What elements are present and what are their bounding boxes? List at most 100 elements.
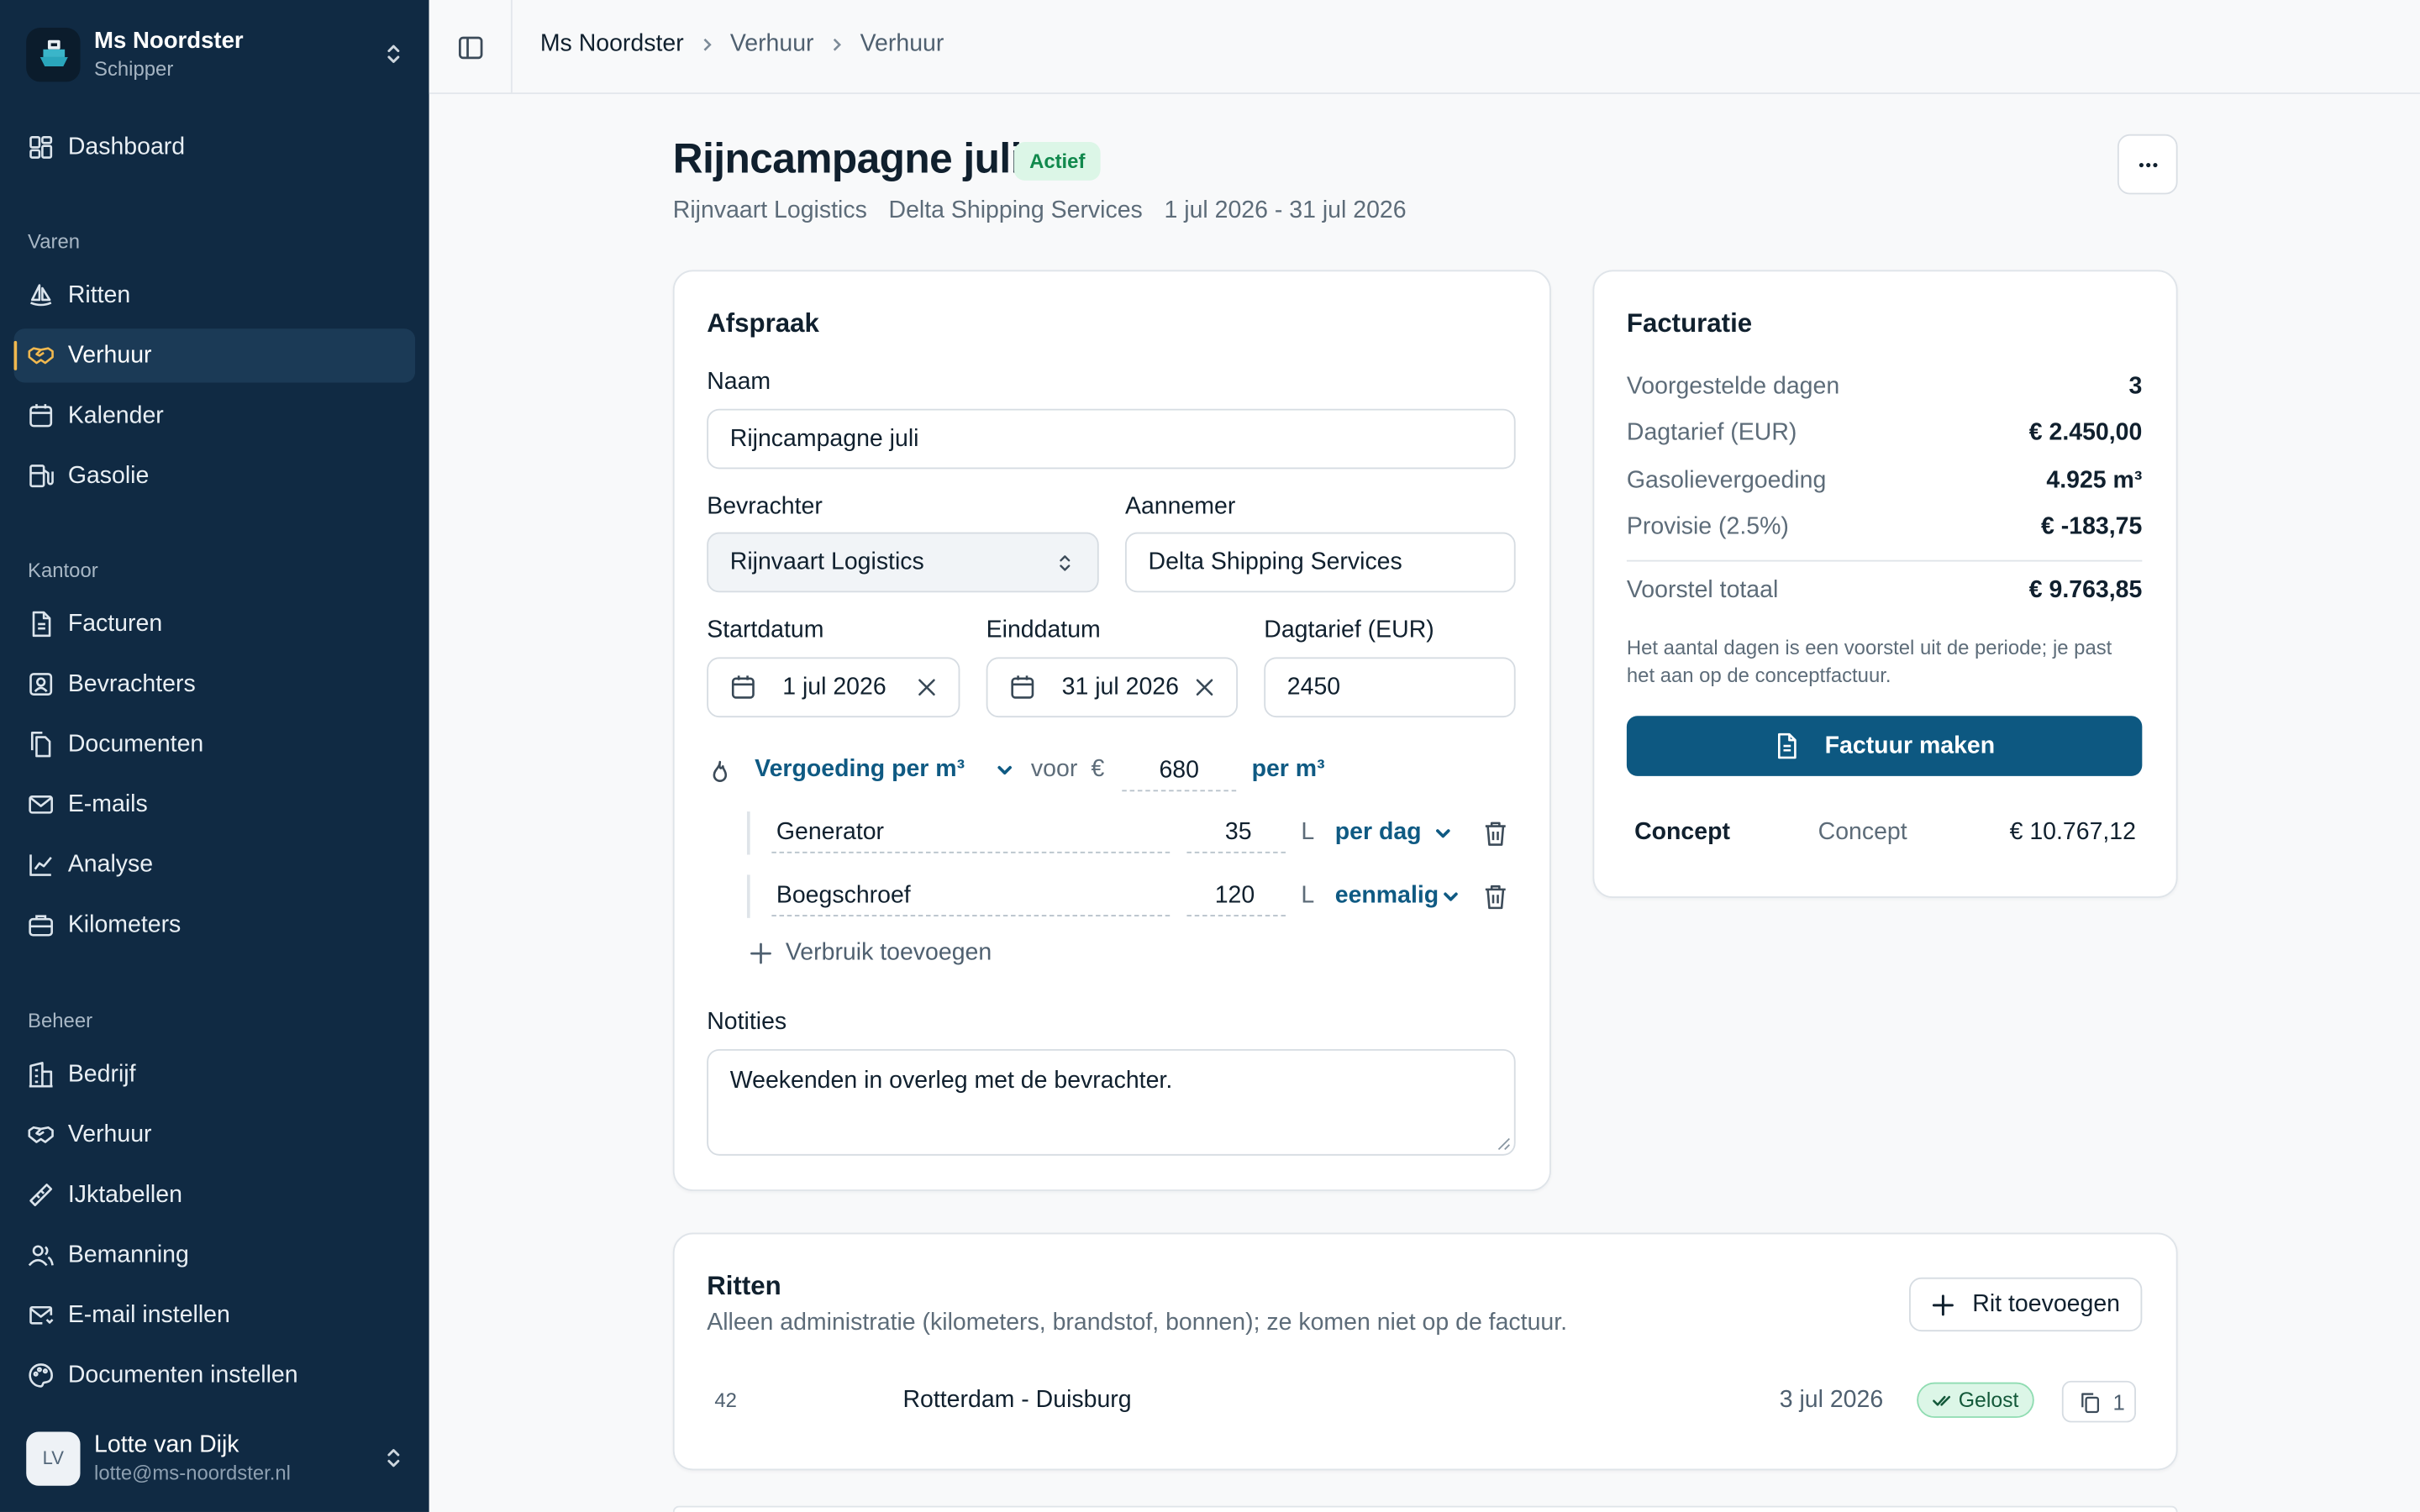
charterer-select[interactable]: Rijnvaart Logistics (707, 532, 1099, 593)
compensation-mode-dropdown[interactable]: Vergoeding per m³ (755, 756, 1014, 784)
add-trip-button[interactable]: Rit toevoegen (1908, 1277, 2143, 1332)
nav-label: Documenten (67, 730, 204, 757)
trip-documents-count: 1 (2112, 1389, 2125, 1415)
contact-icon (29, 673, 53, 696)
billing-row-label: Provisie (2.5%) (1626, 513, 1789, 540)
clear-start-date-icon[interactable] (917, 677, 937, 697)
notes-textarea[interactable]: Weekenden in overleg met de bevrachter. (707, 1048, 1516, 1156)
nav-bedrijf[interactable]: Bedrijf (14, 1047, 416, 1101)
billing-total-label: Voorstel totaal (1626, 576, 1779, 604)
nav-label: Bevrachters (67, 670, 196, 697)
mail-icon (29, 795, 53, 814)
add-trip-label: Rit toevoegen (1972, 1290, 2120, 1317)
nav-bemanning[interactable]: Bemanning (14, 1228, 416, 1282)
nav-emails[interactable]: E-mails (14, 778, 416, 832)
nav-ijktabellen[interactable]: IJktabellen (14, 1168, 416, 1221)
nav-documenten[interactable]: Documenten (14, 717, 416, 771)
resize-handle-icon[interactable] (1497, 1137, 1512, 1152)
contractor-input[interactable]: Delta Shipping Services (1124, 532, 1516, 593)
end-date-picker[interactable]: 31 jul 2026 (986, 657, 1239, 718)
nav-label: Analyse (67, 850, 154, 878)
nav-kalender[interactable]: Kalender (14, 389, 416, 443)
trip-documents-button[interactable]: 1 (2061, 1380, 2136, 1423)
nav-documenten-instellen[interactable]: Documenten instellen (14, 1348, 416, 1402)
frequency-dropdown[interactable]: per dag (1335, 819, 1453, 847)
file-text-icon (1778, 732, 1797, 759)
org-name: Ms Noordster (94, 28, 244, 55)
nav-ritten[interactable]: Ritten (14, 269, 416, 323)
contractor-label: Aannemer (1124, 493, 1236, 520)
meta-charterer: Rijnvaart Logistics (672, 197, 867, 224)
chevrons-up-down-icon (387, 45, 400, 63)
create-invoice-button[interactable]: Factuur maken (1626, 716, 2143, 776)
copy-icon (2081, 1392, 2100, 1413)
billing-row: Voorgestelde dagen 3 (1627, 373, 2142, 401)
consumption-amount-input[interactable]: 35 (1186, 813, 1286, 853)
sidebar: Ms Noordster Schipper Dashboard Varen Ri… (0, 0, 429, 1512)
nav-facturen[interactable]: Facturen (14, 597, 416, 651)
breadcrumb-item[interactable]: Ms Noordster (540, 31, 684, 59)
delete-trash-icon[interactable] (1483, 821, 1507, 847)
invoice-row[interactable]: Concept Concept € 10.767,12 (1627, 804, 2142, 863)
sidebar-toggle-button[interactable] (429, 0, 513, 95)
nav-label: E-mails (67, 790, 148, 817)
trips-card (672, 1232, 2178, 1471)
fuel-icon (29, 465, 54, 488)
nav-verhuur[interactable]: Verhuur (13, 328, 416, 383)
billing-row: Provisie (2.5%) € -183,75 (1627, 514, 2142, 542)
billing-row-value: € 2.450,00 (2028, 419, 2143, 446)
page-title: Rijncampagne juli (672, 135, 1023, 182)
invoice-amount: € 10.767,12 (2009, 819, 2136, 846)
nav-dashboard[interactable]: Dashboard (14, 120, 416, 174)
day-rate-label: Dagtarief (EUR) (1264, 617, 1434, 643)
name-input[interactable]: Rijncampagne juli (707, 408, 1516, 470)
user-menu[interactable]: LV Lotte van Dijk lotte@ms-noordster.nl (26, 1427, 406, 1488)
more-horizontal-icon (2138, 162, 2157, 167)
nav-email-instellen[interactable]: E-mail instellen (14, 1289, 416, 1342)
org-switcher[interactable]: Ms Noordster Schipper (26, 24, 406, 85)
trip-status-badge: Gelost (1917, 1382, 2034, 1418)
consumption-amount-input[interactable]: 120 (1186, 876, 1286, 916)
chevrons-up-down-icon (1060, 554, 1071, 570)
nav-verhuur-beheer[interactable]: Verhuur (14, 1108, 416, 1162)
frequency-value: per dag (1334, 819, 1422, 846)
ship-logo-icon (26, 27, 81, 81)
compensation-mode-label: Vergoeding per m³ (755, 755, 965, 783)
consumption-name-input[interactable]: Boegschroef (771, 876, 1171, 916)
palette-icon (29, 1363, 53, 1388)
chevrons-up-down-icon (387, 1449, 400, 1467)
consumption-amount: 120 (1214, 881, 1255, 908)
end-date-value: 31 jul 2026 (1061, 673, 1179, 700)
start-date-picker[interactable]: 1 jul 2026 (707, 657, 960, 718)
nav-kilometers[interactable]: Kilometers (14, 898, 416, 952)
contractor-value: Delta Shipping Services (1148, 548, 1402, 575)
building-icon (29, 1062, 53, 1088)
breadcrumb: Ms Noordster Verhuur Verhuur (540, 31, 944, 59)
chevron-right-icon (703, 38, 712, 51)
charterer-value: Rijnvaart Logistics (729, 548, 924, 575)
billing-row-label: Gasolievergoeding (1626, 467, 1827, 494)
user-email: lotte@ms-noordster.nl (94, 1461, 291, 1484)
dashboard-icon (29, 135, 53, 159)
mail-settings-icon (29, 1305, 54, 1325)
add-consumption-button[interactable]: Verbruik toevoegen (750, 940, 992, 968)
consumption-name: Generator (776, 818, 885, 845)
day-rate-input[interactable]: 2450 (1264, 657, 1516, 718)
nav-bevrachters[interactable]: Bevrachters (14, 657, 416, 711)
clear-end-date-icon[interactable] (1195, 677, 1215, 697)
agreement-title: Afspraak (707, 308, 819, 339)
billing-title: Facturatie (1626, 308, 1753, 339)
frequency-dropdown[interactable]: eenmalig (1335, 883, 1460, 911)
nav-label: Kalender (67, 402, 164, 428)
users-icon (28, 1245, 54, 1267)
compensation-amount-input[interactable]: 680 (1122, 751, 1237, 792)
nav-label: Dashboard (67, 133, 186, 160)
nav-analyse[interactable]: Analyse (14, 837, 416, 891)
consumption-name-input[interactable]: Generator (771, 813, 1171, 853)
more-actions-button[interactable] (2117, 134, 2178, 195)
delete-trash-icon[interactable] (1483, 884, 1507, 910)
nav-gasolie[interactable]: Gasolie (14, 449, 416, 502)
trip-status-label: Gelost (1958, 1389, 2019, 1412)
notes-value: Weekenden in overleg met de bevrachter. (729, 1067, 1173, 1095)
breadcrumb-item[interactable]: Verhuur (730, 31, 814, 59)
